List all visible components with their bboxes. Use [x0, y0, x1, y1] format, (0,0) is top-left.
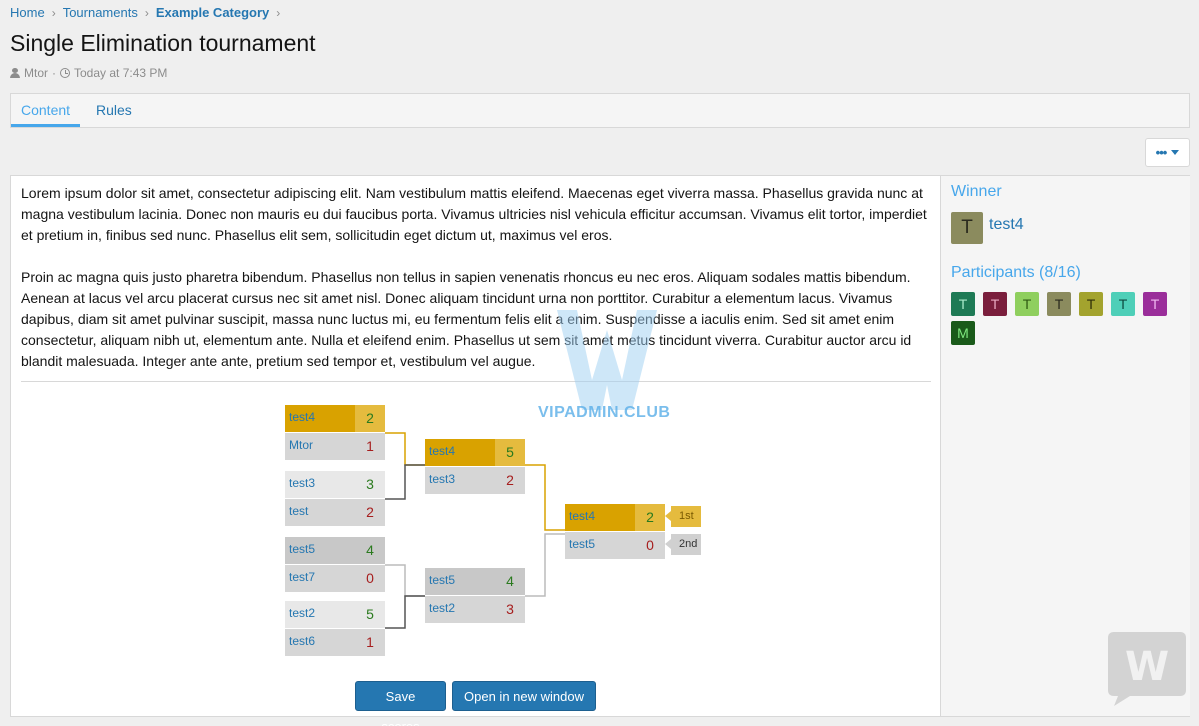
- bracket-connector: [385, 595, 425, 629]
- bracket-team-name[interactable]: test5: [285, 537, 355, 564]
- bracket-team-score[interactable]: 1: [355, 629, 385, 656]
- winner-name[interactable]: test4: [989, 216, 1024, 234]
- participants-title: Participants (8/16): [951, 264, 1081, 281]
- bracket-connector: [525, 533, 565, 597]
- participant-avatar[interactable]: T: [1079, 292, 1103, 316]
- clock-icon: [60, 68, 70, 78]
- breadcrumb-category[interactable]: Example Category: [156, 5, 269, 20]
- bracket-team-score[interactable]: 2: [355, 499, 385, 526]
- bracket-team-name[interactable]: test5: [565, 532, 635, 559]
- bracket-place-badge: 2nd: [665, 534, 701, 555]
- bracket-team-score[interactable]: 3: [495, 596, 525, 623]
- bracket-team-score[interactable]: 5: [355, 601, 385, 628]
- bracket-team-row: test5 0: [565, 532, 665, 559]
- bracket-team-name[interactable]: Mtor: [285, 433, 355, 460]
- bracket-place-badge: 1st: [665, 506, 701, 527]
- bracket-team-row: test3 2: [425, 467, 525, 494]
- open-new-window-button[interactable]: Open in new window: [452, 681, 596, 711]
- bracket-team-score[interactable]: 4: [495, 568, 525, 595]
- bracket-team-row: test2 5: [285, 601, 385, 628]
- chevron-right-icon: ›: [144, 5, 149, 20]
- bracket-team-name[interactable]: test6: [285, 629, 355, 656]
- bracket-team-score[interactable]: 3: [355, 471, 385, 498]
- bracket-team-name[interactable]: test2: [285, 601, 355, 628]
- breadcrumb: Home › Tournaments › Example Category ›: [10, 5, 287, 20]
- bracket-team-row: Mtor 1: [285, 433, 385, 460]
- svg-text:W: W: [1125, 644, 1169, 690]
- bracket-connector: [385, 432, 425, 466]
- watermark-text: VIPADMIN.CLUB: [538, 404, 671, 421]
- bracket-team-name[interactable]: test2: [425, 596, 495, 623]
- bracket-team-score[interactable]: 0: [355, 565, 385, 592]
- bracket-team-row: test3 3: [285, 471, 385, 498]
- winner-avatar[interactable]: T: [951, 212, 983, 244]
- bracket-team-row: test5 4: [285, 537, 385, 564]
- bracket-connector: [525, 464, 565, 531]
- main-block: Lorem ipsum dolor sit amet, consectetur …: [10, 175, 1190, 726]
- user-icon: [10, 68, 20, 78]
- meta-separator: ·: [52, 66, 56, 80]
- tabs-bar: Content Rules: [10, 93, 1190, 128]
- ellipsis-icon: •••: [1155, 145, 1168, 160]
- bracket-connector: [385, 464, 425, 500]
- caret-down-icon: [1171, 150, 1180, 155]
- participant-avatar[interactable]: T: [1111, 292, 1135, 316]
- participant-avatar[interactable]: T: [1143, 292, 1167, 316]
- chevron-right-icon: ›: [51, 5, 56, 20]
- bracket-team-name[interactable]: test4: [425, 439, 495, 466]
- page-title: Single Elimination tournament: [10, 30, 316, 56]
- bracket-team-name[interactable]: test5: [425, 568, 495, 595]
- more-options-button[interactable]: •••: [1145, 138, 1190, 167]
- participant-avatar[interactable]: T: [1047, 292, 1071, 316]
- w-logo-icon: W: [1108, 632, 1186, 706]
- participant-avatar[interactable]: T: [951, 292, 975, 316]
- bracket-team-row: test 2: [285, 499, 385, 526]
- bracket-team-name[interactable]: test7: [285, 565, 355, 592]
- bracket-team-row: test4 2: [565, 504, 665, 531]
- bracket-team-name[interactable]: test3: [425, 467, 495, 494]
- bracket-team-name[interactable]: test4: [285, 405, 355, 432]
- bracket-team-row: test6 1: [285, 629, 385, 656]
- tab-content[interactable]: Content: [11, 94, 81, 127]
- bracket-team-score[interactable]: 5: [495, 439, 525, 466]
- tab-rules[interactable]: Rules: [86, 94, 142, 127]
- bracket-team-row: test4 2: [285, 405, 385, 432]
- post-time: Today at 7:43 PM: [74, 66, 168, 80]
- participant-avatar[interactable]: T: [983, 292, 1007, 316]
- bracket-team-row: test5 4: [425, 568, 525, 595]
- chevron-right-icon: ›: [276, 5, 281, 20]
- bracket-team-name[interactable]: test: [285, 499, 355, 526]
- save-scores-button[interactable]: Save scores: [355, 681, 446, 726]
- bracket-team-name[interactable]: test4: [565, 504, 635, 531]
- participant-avatar[interactable]: T: [1015, 292, 1039, 316]
- bracket-team-score[interactable]: 4: [355, 537, 385, 564]
- bracket-connector: [385, 564, 425, 597]
- participant-avatar[interactable]: M: [951, 321, 975, 345]
- bracket-team-score[interactable]: 2: [495, 467, 525, 494]
- breadcrumb-home[interactable]: Home: [10, 5, 45, 20]
- bracket-team-score[interactable]: 2: [355, 405, 385, 432]
- bracket-team-name[interactable]: test3: [285, 471, 355, 498]
- bracket-team-score[interactable]: 1: [355, 433, 385, 460]
- post-meta: Mtor · Today at 7:43 PM: [10, 66, 167, 80]
- bracket-team-score[interactable]: 2: [635, 504, 665, 531]
- participants-list: TTTTTTTM: [951, 292, 1171, 345]
- author-link[interactable]: Mtor: [24, 66, 48, 80]
- bracket-team-row: test7 0: [285, 565, 385, 592]
- bracket-team-score[interactable]: 0: [635, 532, 665, 559]
- bracket-team-row: test2 3: [425, 596, 525, 623]
- breadcrumb-tournaments[interactable]: Tournaments: [63, 5, 138, 20]
- bracket-team-row: test4 5: [425, 439, 525, 466]
- winner-title: Winner: [951, 183, 1002, 200]
